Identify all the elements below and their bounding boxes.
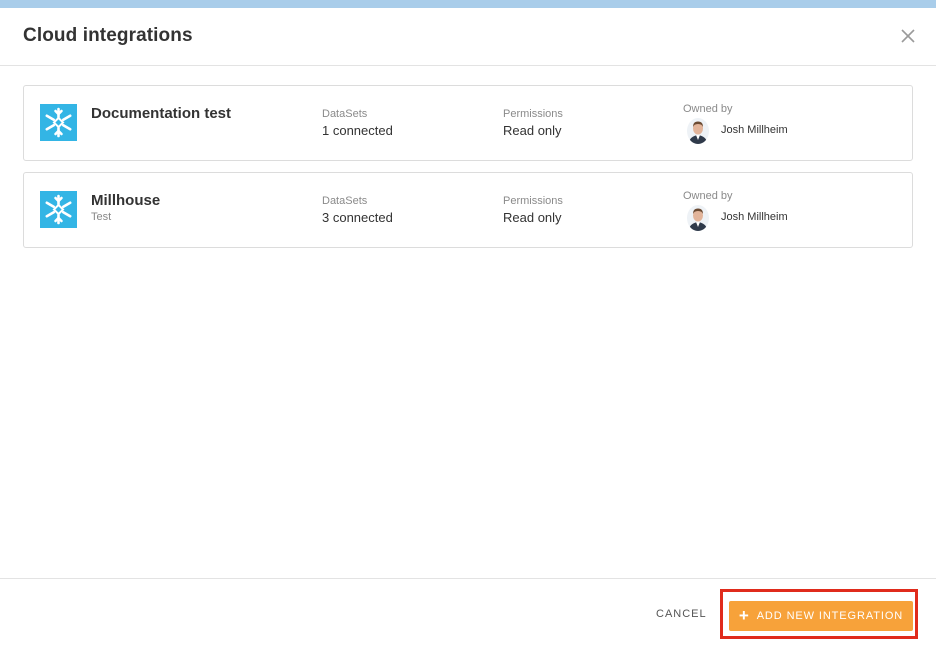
close-icon[interactable]	[899, 27, 917, 45]
datasets-value: 1 connected	[322, 123, 393, 138]
integration-card[interactable]: Millhouse Test DataSets 3 connected Perm…	[23, 172, 913, 248]
avatar	[687, 205, 709, 231]
add-new-integration-label: ADD NEW INTEGRATION	[756, 610, 904, 622]
permissions-value: Read only	[503, 123, 562, 138]
cancel-button[interactable]: CANCEL	[656, 608, 707, 620]
snowflake-icon	[40, 191, 77, 228]
dialog-title: Cloud integrations	[23, 25, 193, 46]
permissions-label: Permissions	[503, 108, 563, 120]
datasets-value: 3 connected	[322, 210, 393, 225]
owner-name: Josh Millheim	[721, 211, 788, 223]
owner-name: Josh Millheim	[721, 124, 788, 136]
owner-label: Owned by	[683, 103, 733, 115]
plus-icon: +	[738, 605, 750, 625]
permissions-label: Permissions	[503, 195, 563, 207]
permissions-value: Read only	[503, 210, 562, 225]
integration-name: Documentation test	[91, 105, 232, 122]
dialog-header: Cloud integrations	[0, 8, 936, 66]
integration-name: Millhouse	[91, 192, 161, 209]
avatar	[687, 118, 709, 144]
integration-card[interactable]: Documentation test DataSets 1 connected …	[23, 85, 913, 161]
snowflake-icon	[40, 104, 77, 141]
datasets-label: DataSets	[322, 108, 368, 120]
dialog-footer: CANCEL + ADD NEW INTEGRATION	[0, 578, 936, 655]
datasets-label: DataSets	[322, 195, 368, 207]
window-top-strip	[0, 0, 936, 8]
integration-description: Test	[91, 211, 112, 223]
cloud-integrations-dialog: Cloud integrations Documentation test Da…	[0, 8, 936, 655]
owner-label: Owned by	[683, 190, 733, 202]
add-new-integration-button[interactable]: + ADD NEW INTEGRATION	[729, 601, 913, 631]
